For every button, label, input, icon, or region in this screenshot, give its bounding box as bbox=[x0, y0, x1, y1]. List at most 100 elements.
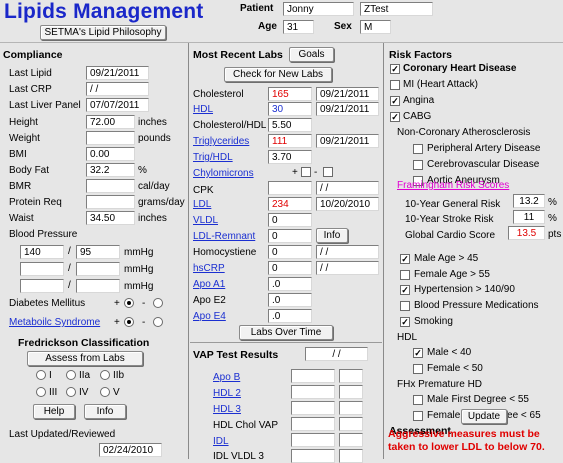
lab-value-cpk[interactable] bbox=[268, 181, 312, 195]
vap-value-hdl2[interactable] bbox=[291, 385, 335, 399]
lab-date-triglycerides[interactable]: 09/21/2011 bbox=[316, 134, 379, 148]
waist-field[interactable]: 34.50 bbox=[86, 211, 135, 225]
height-field[interactable]: 72.00 bbox=[86, 115, 135, 129]
vap-extra-idl[interactable] bbox=[339, 433, 363, 447]
smoking-checkbox[interactable]: ✓ bbox=[400, 317, 410, 327]
lab-label-apo-e4[interactable]: Apo E4 bbox=[193, 311, 226, 323]
lab-date-homocystiene[interactable]: / / bbox=[316, 245, 379, 259]
cvd-checkbox[interactable] bbox=[413, 160, 423, 170]
chylo-plus-checkbox[interactable] bbox=[301, 167, 311, 177]
bmi-field[interactable]: 0.00 bbox=[86, 147, 135, 161]
goals-button[interactable]: Goals bbox=[289, 47, 334, 62]
vap-value-hdl3[interactable] bbox=[291, 401, 335, 415]
lab-date-hdl[interactable]: 09/21/2011 bbox=[316, 102, 379, 116]
lab-label-chylomicrons[interactable]: Chylomicrons bbox=[193, 168, 254, 180]
hdl-female-checkbox[interactable] bbox=[413, 364, 423, 374]
pad-checkbox[interactable] bbox=[413, 144, 423, 154]
lab-value-hscrp[interactable]: 0 bbox=[268, 261, 312, 275]
vap-extra-hdl-chol[interactable] bbox=[339, 417, 363, 431]
lipid-philosophy-button[interactable]: SETMA's Lipid Philosophy bbox=[40, 25, 166, 40]
chylo-minus-checkbox[interactable] bbox=[323, 167, 333, 177]
cardio-score-field[interactable]: 13.5 bbox=[508, 226, 545, 240]
lab-value-trig-hdl[interactable]: 3.70 bbox=[268, 150, 312, 164]
update-button[interactable]: Update bbox=[461, 409, 507, 424]
lab-value-apo-e2[interactable]: .0 bbox=[268, 293, 312, 307]
age-field[interactable]: 31 bbox=[283, 20, 314, 34]
vap-extra-apo-b[interactable] bbox=[339, 369, 363, 383]
lab-label-hdl[interactable]: HDL bbox=[193, 104, 213, 116]
protein-field[interactable] bbox=[86, 195, 135, 209]
lab-value-ldl-remnant[interactable]: 0 bbox=[268, 229, 312, 243]
lab-date-ldl[interactable]: 10/20/2010 bbox=[316, 197, 379, 211]
bp-systolic-3[interactable] bbox=[20, 279, 64, 293]
weight-field[interactable] bbox=[86, 131, 135, 145]
lab-date-hscrp[interactable]: / / bbox=[316, 261, 379, 275]
bp-systolic-1[interactable]: 140 bbox=[20, 245, 64, 259]
lab-value-apo-e4[interactable]: .0 bbox=[268, 309, 312, 323]
last-updated-field[interactable]: 02/24/2010 bbox=[99, 443, 162, 457]
lab-value-vldl[interactable]: 0 bbox=[268, 213, 312, 227]
lab-value-chol-hdl[interactable]: 5.50 bbox=[268, 118, 312, 132]
bp-systolic-2[interactable] bbox=[20, 262, 64, 276]
bp-diastolic-1[interactable]: 95 bbox=[76, 245, 120, 259]
ldl-remnant-info-button[interactable]: Info bbox=[316, 228, 348, 243]
female-age-checkbox[interactable] bbox=[400, 270, 410, 280]
fhx-male-checkbox[interactable] bbox=[413, 395, 423, 405]
last-lipid-field[interactable]: 09/21/2011 bbox=[86, 66, 149, 80]
lab-value-homocystiene[interactable]: 0 bbox=[268, 245, 312, 259]
lab-label-ldl[interactable]: LDL bbox=[193, 199, 211, 211]
lab-value-apo-a1[interactable]: .0 bbox=[268, 277, 312, 291]
lab-date-cpk[interactable]: / / bbox=[316, 181, 379, 195]
mi-checkbox[interactable] bbox=[390, 80, 400, 90]
lab-label-trig-hdl[interactable]: Trig/HDL bbox=[193, 152, 233, 164]
chd-checkbox[interactable]: ✓ bbox=[390, 64, 400, 74]
last-liver-field[interactable]: 07/07/2011 bbox=[86, 98, 149, 112]
bp-diastolic-2[interactable] bbox=[76, 262, 120, 276]
labs-over-time-button[interactable]: Labs Over Time bbox=[239, 325, 333, 340]
hdl-male-checkbox[interactable]: ✓ bbox=[413, 348, 423, 358]
general-risk-field[interactable]: 13.2 bbox=[513, 194, 545, 208]
vap-label-apo-b[interactable]: Apo B bbox=[213, 372, 240, 384]
lab-value-hdl[interactable]: 30 bbox=[268, 102, 312, 116]
lab-label-apo-a1[interactable]: Apo A1 bbox=[193, 279, 225, 291]
lab-label-vldl[interactable]: VLDL bbox=[193, 215, 218, 227]
patient-first-name[interactable]: Jonny bbox=[283, 2, 354, 16]
vap-date-field[interactable]: / / bbox=[305, 347, 368, 361]
bp-meds-checkbox[interactable] bbox=[400, 301, 410, 311]
male-age-checkbox[interactable]: ✓ bbox=[400, 254, 410, 264]
bodyfat-field[interactable]: 32.2 bbox=[86, 163, 135, 177]
angina-checkbox[interactable]: ✓ bbox=[390, 96, 400, 106]
type-i-radio[interactable] bbox=[36, 370, 46, 380]
patient-last-name[interactable]: ZTest bbox=[360, 2, 433, 16]
lab-value-ldl[interactable]: 234 bbox=[268, 197, 312, 211]
lab-date-cholesterol[interactable]: 09/21/2011 bbox=[316, 87, 379, 101]
metabolic-no-radio[interactable] bbox=[153, 317, 163, 327]
vap-value-hdl-chol[interactable] bbox=[291, 417, 335, 431]
sex-field[interactable]: M bbox=[360, 20, 391, 34]
vap-extra-hdl3[interactable] bbox=[339, 401, 363, 415]
check-new-labs-button[interactable]: Check for New Labs bbox=[224, 67, 332, 82]
type-iii-radio[interactable] bbox=[36, 387, 46, 397]
lab-label-hscrp[interactable]: hsCRP bbox=[193, 263, 225, 275]
vap-extra-idl-vldl3[interactable] bbox=[339, 449, 363, 463]
vap-label-hdl3[interactable]: HDL 3 bbox=[213, 404, 241, 416]
type-iia-radio[interactable] bbox=[66, 370, 76, 380]
vap-value-apo-b[interactable] bbox=[291, 369, 335, 383]
framingham-link[interactable]: Framingham Risk Scores bbox=[397, 180, 509, 192]
metabolic-syndrome-link[interactable]: Metaboilc Syndrome bbox=[9, 317, 100, 329]
vap-label-idl[interactable]: IDL bbox=[213, 436, 229, 448]
type-iib-radio[interactable] bbox=[100, 370, 110, 380]
stroke-risk-field[interactable]: 11 bbox=[513, 210, 545, 224]
lab-label-ldl-remnant[interactable]: LDL-Remnant bbox=[193, 231, 255, 243]
vap-value-idl-vldl3[interactable] bbox=[291, 449, 335, 463]
diabetes-yes-radio[interactable] bbox=[124, 298, 134, 308]
lab-value-triglycerides[interactable]: 111 bbox=[268, 134, 312, 148]
cabg-checkbox[interactable]: ✓ bbox=[390, 112, 400, 122]
vap-label-hdl2[interactable]: HDL 2 bbox=[213, 388, 241, 400]
lab-value-cholesterol[interactable]: 165 bbox=[268, 87, 312, 101]
fhx-female-checkbox[interactable] bbox=[413, 411, 423, 421]
vap-value-idl[interactable] bbox=[291, 433, 335, 447]
hypertension-checkbox[interactable]: ✓ bbox=[400, 285, 410, 295]
assess-from-labs-button[interactable]: Assess from Labs bbox=[27, 351, 143, 366]
last-crp-field[interactable]: / / bbox=[86, 82, 149, 96]
